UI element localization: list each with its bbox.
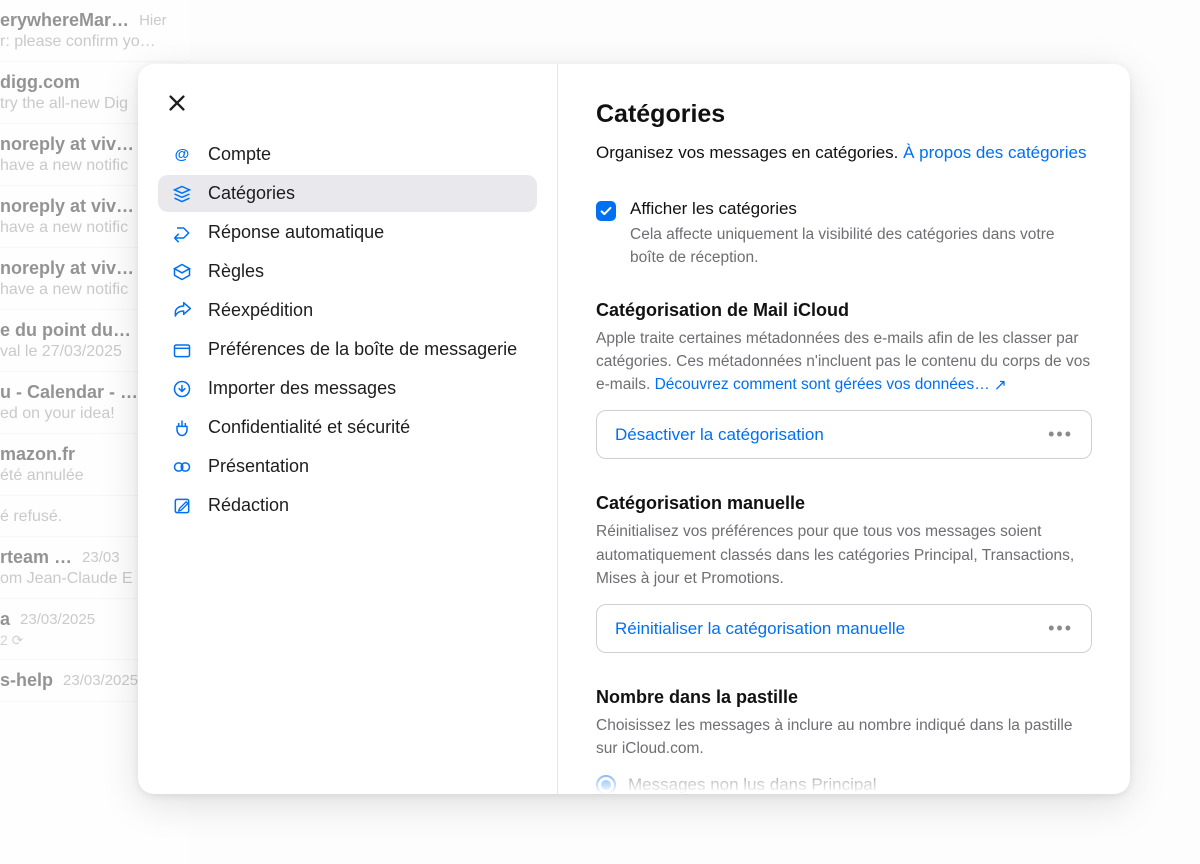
content-fade [558,754,1130,794]
svg-text:@: @ [175,146,190,163]
sidebar-item-label: Règles [208,261,264,282]
sidebar-item-label: Présentation [208,456,309,477]
import-icon [172,379,192,399]
account-icon: @ [172,145,192,165]
badge-section-title: Nombre dans la pastille [596,687,1092,708]
manual-section-desc: Réinitialisez vos préférences pour que t… [596,520,1092,590]
forwarding-icon [172,301,192,321]
settings-content: Catégories Organisez vos messages en cat… [558,64,1130,794]
sidebar-item-account[interactable]: @ Compte [158,136,537,173]
sidebar-item-autoreply[interactable]: Réponse automatique [158,214,537,251]
page-subtitle-text: Organisez vos messages en catégories. [596,143,903,162]
check-icon [599,204,613,218]
icloud-section-title: Catégorisation de Mail iCloud [596,300,1092,321]
privacy-icon [172,418,192,438]
more-icon: ••• [1048,424,1073,445]
appearance-icon [172,457,192,477]
sidebar-item-label: Réexpédition [208,300,313,321]
settings-modal: @ Compte Catégories Réponse automatique Règl… [138,64,1130,794]
reset-manual-label: Réinitialiser la catégorisation manuelle [615,619,905,639]
sidebar-item-composing[interactable]: Rédaction [158,487,537,524]
more-icon: ••• [1048,618,1073,639]
learn-data-handling-link[interactable]: Découvrez comment sont gérées vos donnée… [655,376,1007,393]
external-link-icon: ↗ [994,374,1007,397]
sidebar-item-label: Catégories [208,183,295,204]
sidebar-item-privacy[interactable]: Confidentialité et sécurité [158,409,537,446]
sidebar-item-mailbox[interactable]: Préférences de la boîte de messagerie [158,331,537,368]
page-title: Catégories [596,100,1092,129]
about-categories-link[interactable]: À propos des catégories [903,143,1086,162]
show-categories-desc: Cela affecte uniquement la visibilité de… [630,223,1092,270]
show-categories-label: Afficher les catégories [630,199,1092,219]
disable-categorization-button[interactable]: Désactiver la catégorisation ••• [596,410,1092,459]
show-categories-checkbox[interactable] [596,201,616,221]
mailbox-icon [172,340,192,360]
sidebar-item-forwarding[interactable]: Réexpédition [158,292,537,329]
sidebar-item-label: Importer des messages [208,378,396,399]
close-icon [166,92,188,114]
categories-icon [172,184,192,204]
close-button[interactable] [166,92,190,116]
sidebar-item-import[interactable]: Importer des messages [158,370,537,407]
sidebar-item-rules[interactable]: Règles [158,253,537,290]
sidebar-item-label: Réponse automatique [208,222,384,243]
sidebar-item-appearance[interactable]: Présentation [158,448,537,485]
learn-data-link-text: Découvrez comment sont gérées vos donnée… [655,376,990,393]
sidebar-item-categories[interactable]: Catégories [158,175,537,212]
autoreply-icon [172,223,192,243]
disable-categorization-label: Désactiver la catégorisation [615,425,824,445]
reset-manual-categorization-button[interactable]: Réinitialiser la catégorisation manuelle… [596,604,1092,653]
manual-section-title: Catégorisation manuelle [596,493,1092,514]
sidebar-item-label: Rédaction [208,495,289,516]
sidebar-item-label: Préférences de la boîte de messagerie [208,339,517,360]
page-subtitle: Organisez vos messages en catégories. À … [596,143,1092,163]
show-categories-row: Afficher les catégories Cela affecte uni… [596,199,1092,270]
settings-sidebar: @ Compte Catégories Réponse automatique Règl… [138,64,558,794]
composing-icon [172,496,192,516]
sidebar-item-label: Compte [208,144,271,165]
icloud-section-desc: Apple traite certaines métadonnées des e… [596,327,1092,397]
sidebar-item-label: Confidentialité et sécurité [208,417,410,438]
rules-icon [172,262,192,282]
